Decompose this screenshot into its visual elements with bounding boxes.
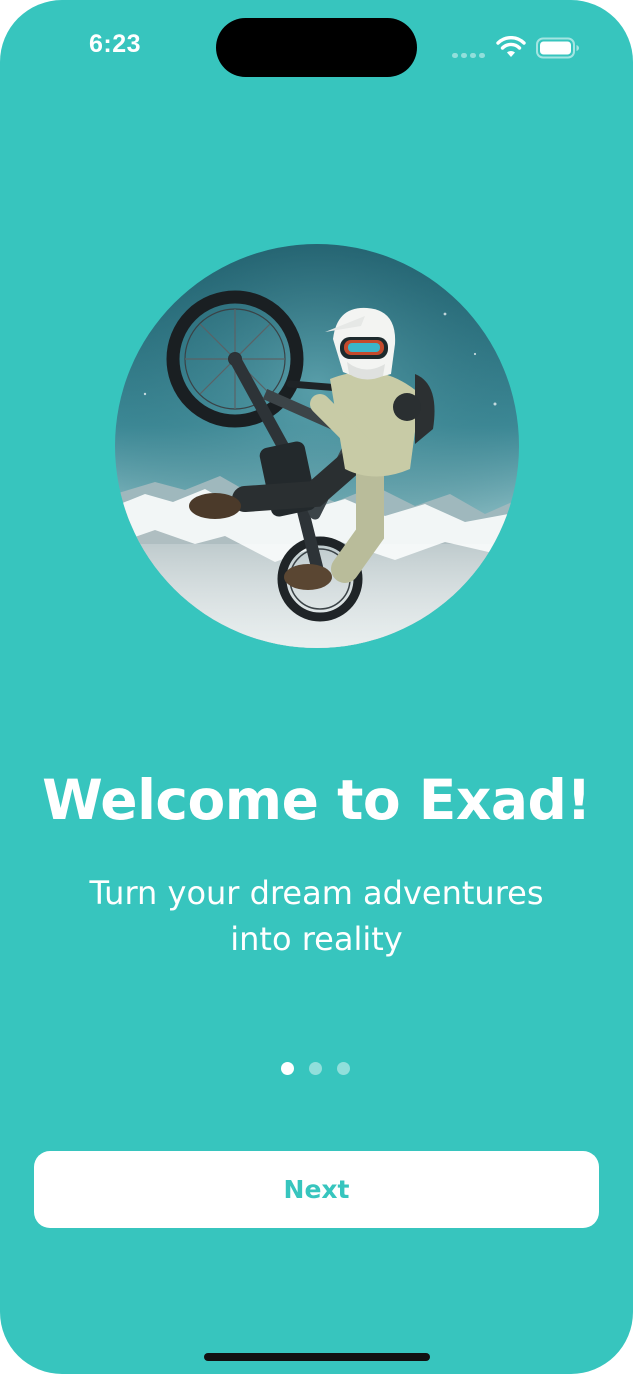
subtitle-line-2: into reality [230,920,403,958]
welcome-title: Welcome to Exad! [42,768,591,832]
page-dot-3[interactable] [337,1062,350,1075]
mountain-biker-illustration [115,244,519,648]
hero-image [115,244,519,648]
cellular-signal-icon [452,50,488,58]
page-indicator[interactable] [281,1062,350,1076]
battery-icon [536,37,579,59]
status-time: 6:23 [88,30,142,58]
next-button[interactable]: Next [34,1151,599,1228]
home-indicator[interactable] [204,1353,430,1361]
page-dot-2[interactable] [309,1062,322,1075]
subtitle-line-1: Turn your dream adventures [89,874,544,912]
wifi-icon [496,36,526,57]
onboarding-screen: 6:23 Welcome to Exad! Turn your dream ad… [0,0,633,1374]
welcome-subtitle: Turn your dream adventures into reality [60,870,573,962]
dynamic-island [216,18,417,77]
page-dot-1[interactable] [281,1062,294,1075]
